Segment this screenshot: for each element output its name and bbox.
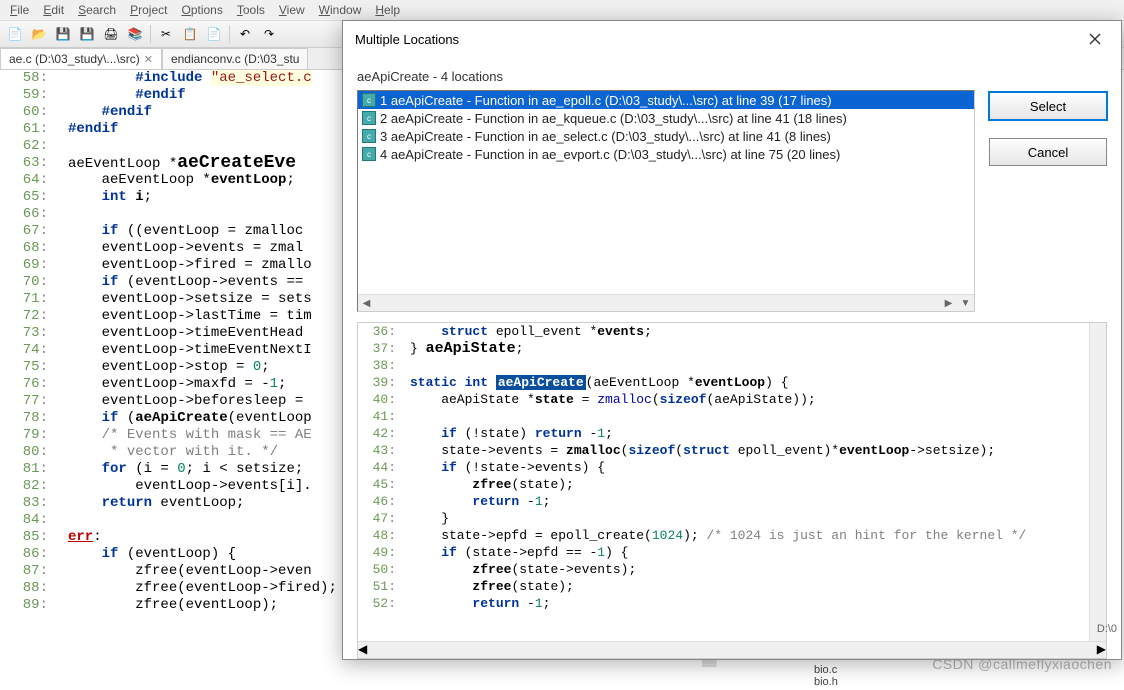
scroll-left-icon[interactable]: ◀ — [358, 295, 375, 312]
file-icon: c — [362, 129, 376, 143]
multiple-locations-dialog: Multiple Locations aeApiCreate - 4 locat… — [342, 20, 1122, 660]
editor-tab[interactable]: endianconv.c (D:\03_stu — [162, 48, 309, 69]
save-icon[interactable]: 💾 — [52, 23, 74, 45]
cancel-button[interactable]: Cancel — [989, 138, 1107, 166]
menu-window[interactable]: Window — [313, 1, 368, 19]
locations-listbox[interactable]: c1 aeApiCreate - Function in ae_epoll.c … — [357, 90, 975, 312]
close-tab-icon[interactable]: ✕ — [144, 53, 153, 66]
menu-edit[interactable]: Edit — [37, 1, 70, 19]
scroll-right-icon[interactable]: ▶ — [1097, 642, 1106, 658]
location-item[interactable]: c2 aeApiCreate - Function in ae_kqueue.c… — [358, 109, 974, 127]
outline-thumbnail: ▒▒▒ — [702, 660, 717, 667]
menu-search[interactable]: Search — [72, 1, 122, 19]
file-icon: c — [362, 147, 376, 161]
scroll-down-icon[interactable]: ▼ — [957, 295, 974, 312]
open-icon[interactable]: 📂 — [28, 23, 50, 45]
menu-tools[interactable]: Tools — [231, 1, 271, 19]
location-item[interactable]: c4 aeApiCreate - Function in ae_evport.c… — [358, 145, 974, 163]
redo-icon[interactable]: ↷ — [258, 23, 280, 45]
dialog-subtitle: aeApiCreate - 4 locations — [357, 69, 1107, 84]
menubar: FileEditSearchProjectOptionsToolsViewWin… — [0, 0, 1124, 20]
horizontal-scrollbar[interactable]: ◀ ▶ — [358, 641, 1106, 658]
paste-icon[interactable]: 📄 — [203, 23, 225, 45]
location-item[interactable]: c1 aeApiCreate - Function in ae_epoll.c … — [358, 91, 974, 109]
location-item[interactable]: c3 aeApiCreate - Function in ae_select.c… — [358, 127, 974, 145]
scroll-right-icon[interactable]: ▶ — [940, 295, 957, 312]
select-button[interactable]: Select — [989, 92, 1107, 120]
dialog-title: Multiple Locations — [355, 32, 459, 47]
print-icon[interactable]: 🖨 — [100, 23, 122, 45]
editor-tab[interactable]: ae.c (D:\03_study\...\src)✕ — [0, 48, 162, 69]
scroll-left-icon[interactable]: ◀ — [358, 642, 367, 658]
close-icon[interactable] — [1077, 27, 1113, 51]
menu-project[interactable]: Project — [124, 1, 173, 19]
menu-file[interactable]: File — [4, 1, 35, 19]
status-text: D:\0 — [1097, 623, 1117, 635]
undo-icon[interactable]: ↶ — [234, 23, 256, 45]
file-icon: c — [362, 111, 376, 125]
copy-icon[interactable]: 📋 — [179, 23, 201, 45]
menu-options[interactable]: Options — [175, 1, 228, 19]
preview-pane[interactable]: 3637383940414243444546474849505152 struc… — [357, 322, 1107, 659]
new-file-icon[interactable]: 📄 — [4, 23, 26, 45]
menu-view[interactable]: View — [273, 1, 311, 19]
menu-help[interactable]: Help — [369, 1, 406, 19]
save-all-icon[interactable]: 💾 — [76, 23, 98, 45]
sidebar-file[interactable]: bio.c — [814, 664, 837, 676]
cut-icon[interactable]: ✂ — [155, 23, 177, 45]
vertical-scrollbar[interactable] — [1089, 323, 1106, 641]
dialog-titlebar: Multiple Locations — [343, 21, 1121, 57]
books-icon[interactable]: 📚 — [124, 23, 146, 45]
file-icon: c — [362, 93, 376, 107]
